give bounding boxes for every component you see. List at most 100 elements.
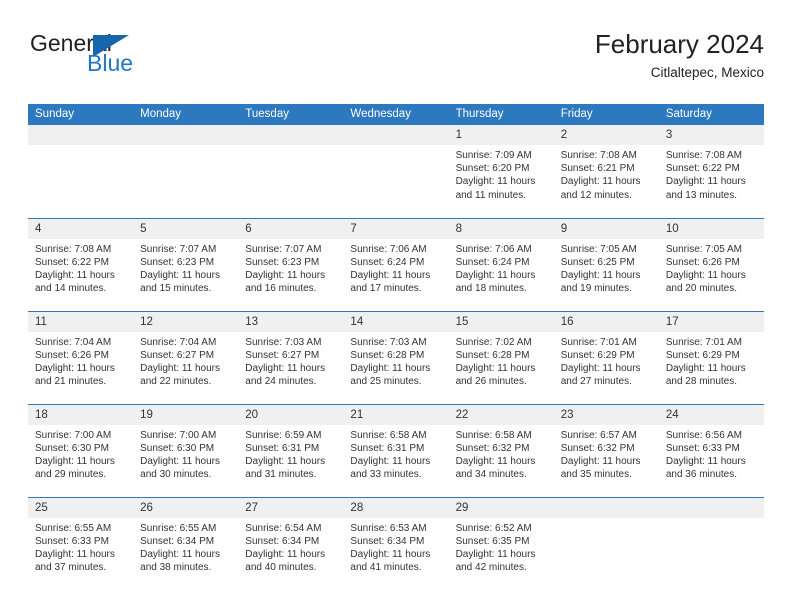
calendar-day-cell[interactable]: 6 Sunrise: 7:07 AM Sunset: 6:23 PM Daylight… [238,217,344,311]
sunset-text: Sunset: 6:30 PM [35,442,109,454]
sunset-text: Sunset: 6:27 PM [140,349,215,361]
calendar-day-cell[interactable]: 24 Sunrise: 6:56 AM Sunset: 6:33 PM Dayligh… [658,403,764,497]
sunset-text: Sunset: 6:34 PM [140,535,215,547]
calendar-day-cell[interactable]: 25 Sunrise: 6:55 AM Sunset: 6:33 PM Dayligh… [28,496,134,590]
daylight-text-line2: and 31 minutes. [245,469,317,481]
sunrise-text: Sunrise: 7:03 AM [245,336,322,348]
calendar-week-row: 4 Sunrise: 7:08 AM Sunset: 6:22 PM Daylight… [28,217,764,311]
page-header: General Blue February 2024 Citlaltepec, … [28,29,764,92]
day-details: Sunrise: 7:03 AM Sunset: 6:27 PM Daylight:… [238,332,343,389]
calendar-day-cell[interactable]: 20 Sunrise: 6:59 AM Sunset: 6:31 PM Dayligh… [238,403,344,497]
daylight-text-line1: Daylight: 11 hours [35,548,115,560]
sunset-text: Sunset: 6:26 PM [35,349,109,361]
sunset-text: Sunset: 6:35 PM [455,535,530,547]
calendar-day-cell[interactable]: 5 Sunrise: 7:07 AM Sunset: 6:23 PM Daylight… [133,217,239,311]
calendar-day-cell[interactable]: 21 Sunrise: 6:58 AM Sunset: 6:31 PM Dayligh… [343,403,449,497]
calendar-day-cell[interactable]: 14 Sunrise: 7:03 AM Sunset: 6:28 PM Dayligh… [343,310,449,404]
sunrise-text: Sunrise: 7:06 AM [350,243,427,255]
sunset-text: Sunset: 6:33 PM [665,442,740,454]
sunrise-text: Sunrise: 6:54 AM [245,522,322,534]
sunrise-text: Sunrise: 7:07 AM [140,243,217,255]
sunrise-text: Sunrise: 7:04 AM [35,336,112,348]
weekday-header-thursday: Thursday [448,104,554,125]
sunset-text: Sunset: 6:30 PM [140,442,215,454]
calendar-day-cell[interactable]: 2 Sunrise: 7:08 AM Sunset: 6:21 PM Daylight… [553,125,659,218]
sunrise-text: Sunrise: 7:05 AM [665,243,742,255]
calendar-day-cell[interactable]: 23 Sunrise: 6:57 AM Sunset: 6:32 PM Dayligh… [553,403,659,497]
sunset-text: Sunset: 6:24 PM [455,256,530,268]
day-details: Sunrise: 7:06 AM Sunset: 6:24 PM Daylight:… [343,239,448,296]
calendar-day-cell[interactable]: 1 Sunrise: 7:09 AM Sunset: 6:20 PM Daylight… [448,125,554,218]
calendar-day-cell[interactable]: 16 Sunrise: 7:01 AM Sunset: 6:29 PM Dayligh… [553,310,659,404]
sunset-text: Sunset: 6:21 PM [560,163,635,175]
day-details: Sunrise: 7:00 AM Sunset: 6:30 PM Daylight:… [28,425,133,482]
calendar-day-cell[interactable]: 8 Sunrise: 7:06 AM Sunset: 6:24 PM Daylight… [448,217,554,311]
daylight-text-line1: Daylight: 11 hours [560,362,641,374]
day-number: 2 [553,125,659,145]
general-blue-logo[interactable]: General Blue [28,30,208,88]
sunset-text: Sunset: 6:31 PM [350,442,425,454]
sunset-text: Sunset: 6:34 PM [245,535,320,547]
daylight-text-line1: Daylight: 11 hours [35,269,115,281]
calendar-day-cell[interactable]: 27 Sunrise: 6:54 AM Sunset: 6:34 PM Dayligh… [238,496,344,590]
sunset-text: Sunset: 6:29 PM [560,349,635,361]
calendar-day-cell[interactable]: 15 Sunrise: 7:02 AM Sunset: 6:28 PM Dayligh… [448,310,554,404]
day-details: Sunrise: 6:55 AM Sunset: 6:33 PM Daylight:… [28,518,133,575]
calendar-day-cell[interactable]: 3 Sunrise: 7:08 AM Sunset: 6:22 PM Daylight… [658,125,764,218]
day-number: 18 [28,404,134,425]
weekday-header-wednesday: Wednesday [343,104,449,125]
calendar-day-cell[interactable]: 18 Sunrise: 7:00 AM Sunset: 6:30 PM Dayligh… [28,403,134,497]
daylight-text-line1: Daylight: 11 hours [350,269,431,281]
calendar-table: Sunday Monday Tuesday Wednesday Thursday… [28,104,764,590]
calendar-day-cell[interactable]: 19 Sunrise: 7:00 AM Sunset: 6:30 PM Dayligh… [133,403,239,497]
daylight-text-line2: and 25 minutes. [350,376,422,388]
calendar-day-cell[interactable]: 10 Sunrise: 7:05 AM Sunset: 6:26 PM Dayligh… [658,217,764,311]
calendar-day-cell-empty [238,125,344,218]
daylight-text-line1: Daylight: 11 hours [665,455,746,467]
calendar-body: 1 Sunrise: 7:09 AM Sunset: 6:20 PM Daylight… [28,125,764,590]
sunrise-text: Sunrise: 7:04 AM [140,336,217,348]
sunrise-text: Sunrise: 7:07 AM [245,243,322,255]
daylight-text-line2: and 17 minutes. [350,283,422,295]
sunset-text: Sunset: 6:23 PM [245,256,320,268]
sunrise-text: Sunrise: 7:03 AM [350,336,427,348]
day-details: Sunrise: 6:57 AM Sunset: 6:32 PM Daylight:… [554,425,659,482]
calendar-day-cell[interactable]: 4 Sunrise: 7:08 AM Sunset: 6:22 PM Daylight… [28,217,134,311]
day-details: Sunrise: 7:08 AM Sunset: 6:21 PM Daylight:… [554,145,659,202]
calendar-day-cell[interactable]: 11 Sunrise: 7:04 AM Sunset: 6:26 PM Dayligh… [28,310,134,404]
daylight-text-line2: and 41 minutes. [350,562,422,574]
day-details: Sunrise: 7:07 AM Sunset: 6:23 PM Daylight:… [133,239,238,296]
day-number: 23 [553,404,659,425]
calendar-day-cell[interactable]: 17 Sunrise: 7:01 AM Sunset: 6:29 PM Dayligh… [658,310,764,404]
page-subtitle: Citlaltepec, Mexico [650,64,764,80]
daylight-text-line1: Daylight: 11 hours [245,548,326,560]
daylight-text-line2: and 30 minutes. [140,469,212,481]
sunrise-text: Sunrise: 7:06 AM [455,243,532,255]
sunrise-text: Sunrise: 6:57 AM [560,429,637,441]
daylight-text-line2: and 20 minutes. [665,283,738,295]
day-details: Sunrise: 7:04 AM Sunset: 6:26 PM Daylight:… [28,332,133,389]
daylight-text-line2: and 15 minutes. [140,283,212,295]
calendar-day-cell[interactable]: 9 Sunrise: 7:05 AM Sunset: 6:25 PM Daylight… [553,217,659,311]
day-details: Sunrise: 7:02 AM Sunset: 6:28 PM Daylight:… [449,332,554,389]
daylight-text-line2: and 33 minutes. [350,469,422,481]
daylight-text-line2: and 34 minutes. [455,469,527,481]
sunrise-text: Sunrise: 7:08 AM [35,243,112,255]
daylight-text-line1: Daylight: 11 hours [140,455,220,467]
calendar-day-cell[interactable]: 26 Sunrise: 6:55 AM Sunset: 6:34 PM Dayligh… [133,496,239,590]
calendar-day-cell[interactable]: 7 Sunrise: 7:06 AM Sunset: 6:24 PM Daylight… [343,217,449,311]
sunset-text: Sunset: 6:20 PM [455,163,530,175]
calendar-day-cell[interactable]: 12 Sunrise: 7:04 AM Sunset: 6:27 PM Dayligh… [133,310,239,404]
calendar-day-cell[interactable]: 29 Sunrise: 6:52 AM Sunset: 6:35 PM Dayligh… [448,496,554,590]
weekday-header-friday: Friday [553,104,659,125]
daylight-text-line1: Daylight: 11 hours [665,269,746,281]
day-details: Sunrise: 7:01 AM Sunset: 6:29 PM Daylight:… [554,332,659,389]
calendar-day-cell[interactable]: 13 Sunrise: 7:03 AM Sunset: 6:27 PM Dayligh… [238,310,344,404]
daylight-text-line2: and 16 minutes. [245,283,317,295]
calendar-day-cell[interactable]: 28 Sunrise: 6:53 AM Sunset: 6:34 PM Dayligh… [343,496,449,590]
day-number: 14 [343,311,449,332]
day-details: Sunrise: 6:58 AM Sunset: 6:32 PM Daylight:… [449,425,554,482]
daylight-text-line1: Daylight: 11 hours [665,362,746,374]
day-details: Sunrise: 6:52 AM Sunset: 6:35 PM Daylight:… [449,518,554,575]
calendar-day-cell[interactable]: 22 Sunrise: 6:58 AM Sunset: 6:32 PM Dayligh… [448,403,554,497]
